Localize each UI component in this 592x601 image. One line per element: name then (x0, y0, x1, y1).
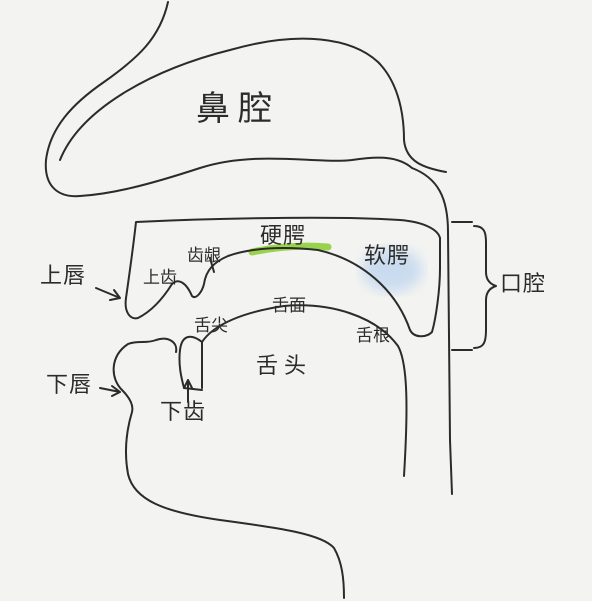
oral-cavity-label: 口腔 (500, 272, 547, 297)
oral-cavity-bracket (451, 221, 497, 351)
tongue-label: 舌头 (256, 354, 313, 379)
lower-teeth-label: 下齿 (160, 400, 207, 425)
tongue-blade-label: 舌面 (272, 296, 306, 316)
lower-teeth-outline (178, 335, 203, 391)
alveolar-ridge-label: 齿龈 (187, 246, 221, 266)
nasal-cavity-label: 鼻腔 (196, 89, 280, 129)
lower-lip-arrow (99, 385, 121, 397)
upper-teeth-label: 上齿 (143, 268, 177, 288)
vocal-tract-diagram: 鼻腔 口腔 上唇 下唇 上齿 下齿 齿龈 硬腭 软腭 舌头 舌尖 舌面 舌根 (0, 0, 592, 601)
upper-lip-label: 上唇 (40, 264, 87, 289)
tongue-root-label: 舌根 (356, 326, 390, 346)
lower-teeth-arrow (183, 379, 193, 403)
tongue-tip-label: 舌尖 (194, 316, 228, 336)
soft-palate-label: 软腭 (364, 244, 411, 269)
lower-lip-label: 下唇 (46, 373, 93, 398)
upper-lip-arrow (95, 287, 121, 301)
hard-palate-label: 硬腭 (260, 224, 307, 249)
